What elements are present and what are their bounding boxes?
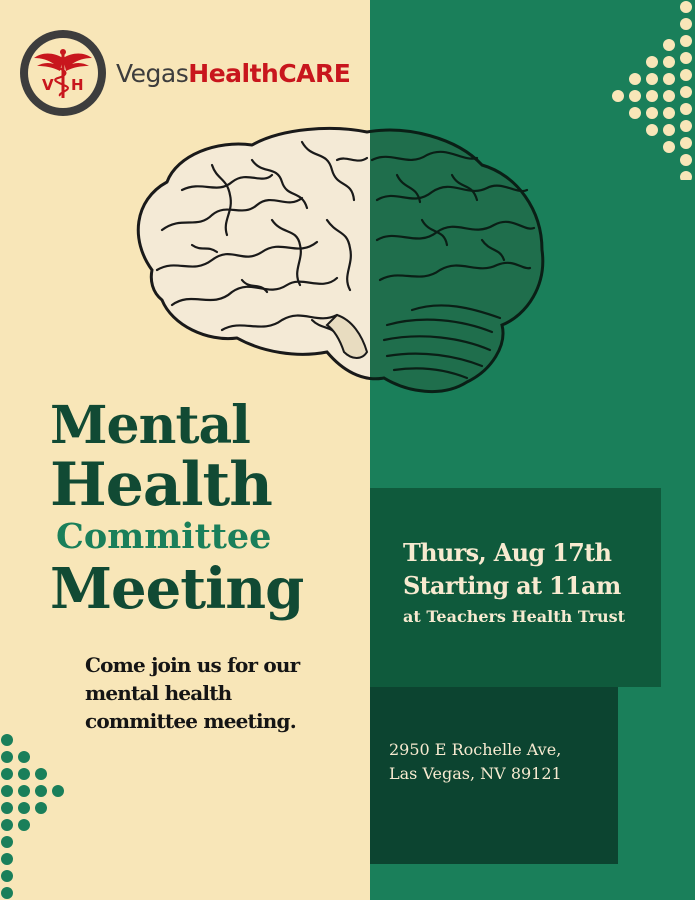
decor-dot (1, 836, 13, 848)
decor-dot (629, 107, 641, 119)
dot-arrow-decoration-top-right (612, 1, 692, 180)
decor-dot (1, 887, 13, 899)
decor-dot (680, 120, 692, 132)
logo-letter-h: H (71, 76, 84, 94)
address-line-1: 2950 E Rochelle Ave, (389, 740, 562, 759)
decor-dot (680, 18, 692, 30)
decor-dot (646, 73, 658, 85)
decor-dot (680, 52, 692, 64)
title-line-meeting: Meeting (50, 556, 304, 622)
decor-dot (663, 141, 675, 153)
decor-dot (680, 86, 692, 98)
decor-dot (663, 73, 675, 85)
decor-dot (18, 768, 30, 780)
decor-dot (663, 124, 675, 136)
caduceus-icon: V H (34, 49, 92, 98)
decor-dot (52, 785, 64, 797)
decor-dot (1, 870, 13, 882)
dot-arrow-decoration-bottom-left (1, 734, 64, 899)
brain-illustration (136, 126, 545, 394)
decor-dot (680, 69, 692, 81)
event-title: Mental Health Committee Meeting (50, 395, 304, 622)
decor-dot (680, 1, 692, 13)
decor-dot (1, 768, 13, 780)
decor-dot (629, 73, 641, 85)
logo-emblem-inner: V H (28, 38, 98, 108)
brand-name-part1: Vegas (116, 58, 189, 88)
title-line-committee: Committee (56, 516, 272, 557)
decor-dot (1, 785, 13, 797)
event-time: Starting at 11am (403, 571, 621, 600)
decor-dot (646, 124, 658, 136)
brand-logo: V H VegasHealthCARE (20, 30, 351, 116)
decor-dot (1, 802, 13, 814)
decor-dot (663, 107, 675, 119)
decor-dot (680, 137, 692, 149)
logo-emblem: V H (20, 30, 106, 116)
decor-dot (629, 90, 641, 102)
decor-dot (646, 107, 658, 119)
decor-dot (18, 785, 30, 797)
decor-dot (646, 90, 658, 102)
decor-dot (1, 734, 13, 746)
event-date: Thurs, Aug 17th (403, 538, 612, 567)
decor-dot (35, 785, 47, 797)
decor-dot (663, 90, 675, 102)
brand-name-part2: HealthCARE (188, 58, 351, 88)
decor-dot (680, 154, 692, 166)
decor-dot (612, 90, 624, 102)
decor-dot (663, 56, 675, 68)
address-box: 2950 E Rochelle Ave, Las Vegas, NV 89121 (370, 687, 618, 864)
event-venue: at Teachers Health Trust (403, 607, 626, 626)
decor-dot (35, 802, 47, 814)
decor-dot (1, 819, 13, 831)
title-line-mental: Mental (50, 395, 251, 456)
event-details-box: Thurs, Aug 17th Starting at 11am at Teac… (370, 488, 661, 687)
decor-dot (18, 802, 30, 814)
event-date-time: Thurs, Aug 17th Starting at 11am (403, 536, 621, 602)
title-line-health: Health (50, 450, 273, 520)
decor-dot (680, 35, 692, 47)
decor-dot (680, 103, 692, 115)
logo-letter-v: V (42, 76, 54, 94)
decor-dot (35, 768, 47, 780)
decor-dot (1, 751, 13, 763)
decor-dot (18, 751, 30, 763)
decor-dot (646, 56, 658, 68)
decor-dot (680, 171, 692, 180)
decor-dot (1, 853, 13, 865)
decor-dot (18, 819, 30, 831)
address-text: 2950 E Rochelle Ave, Las Vegas, NV 89121 (389, 738, 562, 786)
brand-name: VegasHealthCARE (116, 58, 351, 88)
address-line-2: Las Vegas, NV 89121 (389, 764, 562, 783)
invitation-text: Come join us for our mental health commi… (85, 653, 300, 733)
decor-dot (663, 39, 675, 51)
